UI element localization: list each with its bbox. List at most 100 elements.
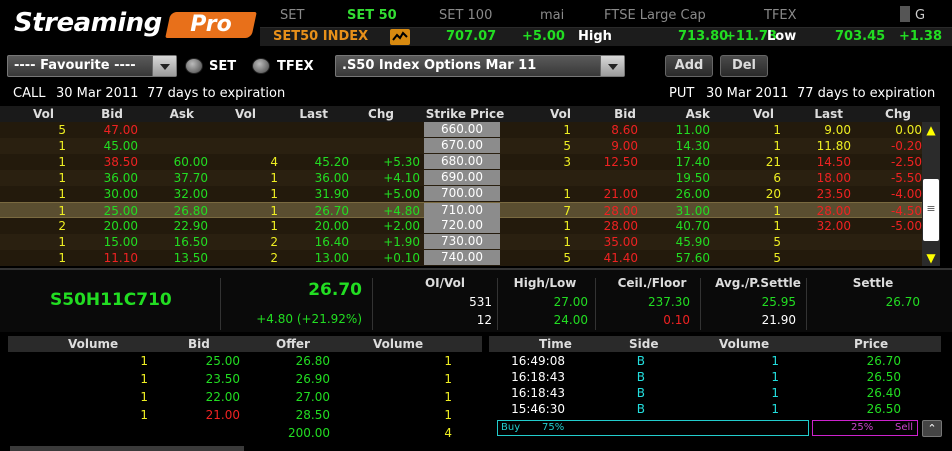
chain-row[interactable]: 1 36.00 37.70 1 36.00 +4.10 19.50 6 18.00 -5.50 69… (0, 170, 922, 186)
window-control[interactable] (900, 6, 910, 22)
chain-cell-p-last: 14.50 (816, 155, 851, 169)
tab-mai[interactable]: mai (540, 8, 564, 23)
corner-label[interactable]: G (915, 8, 925, 23)
chain-cell-p-last: 18.00 (816, 171, 851, 185)
depth-cell-offer: 28.50 (295, 408, 330, 422)
quote-vol: 12 (476, 313, 492, 327)
chain-cell-c-chg: +5.30 (383, 155, 420, 169)
radio-tfex[interactable] (252, 58, 270, 74)
depth-row[interactable]: 200.00 4 (8, 426, 482, 442)
chain-cell-c-chg: +4.80 (383, 204, 420, 218)
del-button[interactable]: Del (720, 55, 768, 77)
chain-cell-p-vol1: 1 (563, 219, 571, 233)
chain-row[interactable]: 1 15.00 16.50 2 16.40 +1.90 1 35.00 45.90 5 730.00 (0, 234, 922, 250)
chain-cell-c-ask: 22.90 (173, 219, 208, 233)
chain-cell-p-vol2: 5 (773, 235, 781, 249)
chain-cell-p-vol2: 1 (773, 123, 781, 137)
chain-cell-c-vol2: 2 (270, 251, 278, 265)
tab-tfex[interactable]: TFEX (764, 8, 797, 23)
buy-pct: 75% (542, 422, 565, 433)
series-dropdown[interactable]: .S50 Index Options Mar 11 (335, 55, 625, 77)
trades-table: 16:49:08 B 1 26.70 16:18:43 B 1 26.50 16:18:43 B 1… (489, 354, 941, 420)
chain-cell-c-vol1: 5 (58, 123, 66, 137)
chain-cell-p-vol1: 1 (563, 187, 571, 201)
depth-row[interactable]: 1 23.50 26.90 1 (8, 372, 482, 388)
chain-cell-c-bid: 20.00 (103, 219, 138, 233)
trades-col-volume: Volume (719, 337, 770, 351)
scroll-thumb[interactable]: ≡ (923, 179, 939, 241)
chain-scrollbar[interactable]: ▲ ≡ ▼ (922, 122, 940, 266)
scroll-up-icon[interactable]: ▲ (922, 122, 940, 138)
favourite-dropdown[interactable]: ---- Favourite ---- (7, 55, 177, 77)
chain-cell-c-last: 31.90 (314, 187, 349, 201)
radio-set[interactable] (185, 58, 203, 74)
ticker-index-name[interactable]: SET50 INDEX (273, 29, 368, 44)
depth-col-offer-volume: Volume (373, 337, 424, 351)
depth-row[interactable]: 1 21.00 28.50 1 (8, 408, 482, 424)
chain-row[interactable]: 5 47.00 1 8.60 11.00 1 9.00 0.00 660.00 (0, 122, 922, 138)
collapse-icon[interactable]: ⌃ (922, 420, 942, 437)
quote-settle: 26.70 (885, 295, 920, 309)
trade-row[interactable]: 16:18:43 B 1 26.50 (489, 370, 941, 386)
strike-price-cell[interactable]: 680.00 (424, 154, 500, 169)
trade-row[interactable]: 16:18:43 B 1 26.40 (489, 386, 941, 402)
chain-cell-p-vol2: 1 (773, 139, 781, 153)
chain-cell-p-vol2: 21 (765, 155, 781, 169)
radio-tfex-label: TFEX (277, 59, 314, 74)
strike-price-cell[interactable]: 670.00 (424, 138, 500, 153)
strike-price-cell[interactable]: 730.00 (424, 234, 500, 249)
depth-cell-bid-vol: 1 (140, 354, 148, 368)
chevron-down-icon[interactable] (600, 56, 624, 76)
depth-row[interactable]: 1 22.00 27.00 1 (8, 390, 482, 406)
strike-price-cell[interactable]: 690.00 (424, 170, 500, 185)
strike-price-cell[interactable]: 660.00 (424, 122, 500, 137)
col-put-last: Last (814, 107, 843, 121)
chain-row[interactable]: 1 11.10 13.50 2 13.00 +0.10 5 41.40 57.60 5 740.00 (0, 250, 922, 266)
buy-ratio-bar: Buy 75% (497, 420, 809, 436)
depth-col-bid: Bid (188, 337, 210, 351)
chain-cell-c-bid: 38.50 (103, 155, 138, 169)
chain-cell-c-bid: 36.00 (103, 171, 138, 185)
chain-row[interactable]: 1 38.50 60.00 4 45.20 +5.30 3 12.50 17.40 21 14.50… (0, 154, 922, 170)
tab-set[interactable]: SET (280, 8, 304, 23)
quote-floor: 0.10 (663, 313, 690, 327)
chain-row[interactable]: 1 45.00 5 9.00 14.30 1 11.80 -0.20 670.00 (0, 138, 922, 154)
chain-row[interactable]: 2 20.00 22.90 1 20.00 +2.00 1 28.00 40.70 1 32.00 -… (0, 218, 922, 234)
chain-cell-p-vol1: 5 (563, 251, 571, 265)
divider (806, 278, 807, 330)
chart-icon[interactable] (390, 29, 410, 45)
ticker-low-change: +1.38 (899, 29, 942, 44)
trade-cell-volume: 1 (771, 370, 779, 384)
strike-price-cell[interactable]: 720.00 (424, 218, 500, 233)
tab-set100[interactable]: SET 100 (439, 8, 492, 23)
depth-cell-bid: 23.50 (205, 372, 240, 386)
ticker-change: +5.00 (522, 29, 565, 44)
chain-cell-p-ask: 31.00 (675, 204, 710, 218)
tab-set50[interactable]: SET 50 (347, 8, 397, 23)
col-call-ask: Ask (169, 107, 194, 121)
chain-cell-c-vol2: 4 (270, 155, 278, 169)
bottom-scrollbar[interactable] (10, 446, 244, 451)
trade-row[interactable]: 15:46:30 B 1 26.50 (489, 402, 941, 418)
put-date: 30 Mar 2011 (706, 86, 789, 101)
depth-row[interactable]: 1 25.00 26.80 1 (8, 354, 482, 370)
chain-cell-c-chg: +2.00 (383, 219, 420, 233)
strike-price-cell[interactable]: 740.00 (424, 250, 500, 265)
strike-price-cell[interactable]: 710.00 (424, 203, 500, 218)
chain-row[interactable]: 1 30.00 32.00 1 31.90 +5.00 1 21.00 26.00 20 23.50… (0, 186, 922, 202)
chain-cell-c-last: 13.00 (314, 251, 349, 265)
scroll-down-icon[interactable]: ▼ (922, 250, 940, 266)
chain-cell-c-vol2: 1 (270, 187, 278, 201)
col-put-vol2: Vol (753, 107, 774, 121)
chain-cell-c-vol1: 1 (58, 139, 66, 153)
chevron-down-icon[interactable] (152, 56, 176, 76)
chain-row[interactable]: 1 25.00 26.80 1 26.70 +4.80 7 28.00 31.00 1 28.00 -… (0, 202, 922, 218)
chain-cell-c-last: 26.70 (314, 204, 349, 218)
tab-ftse[interactable]: FTSE Large Cap (604, 8, 706, 23)
strike-price-cell[interactable]: 700.00 (424, 186, 500, 201)
chain-cell-c-last: 45.20 (314, 155, 349, 169)
chain-cell-c-vol2: 2 (270, 235, 278, 249)
trades-col-price: Price (854, 337, 889, 351)
trade-row[interactable]: 16:49:08 B 1 26.70 (489, 354, 941, 370)
add-button[interactable]: Add (665, 55, 713, 77)
